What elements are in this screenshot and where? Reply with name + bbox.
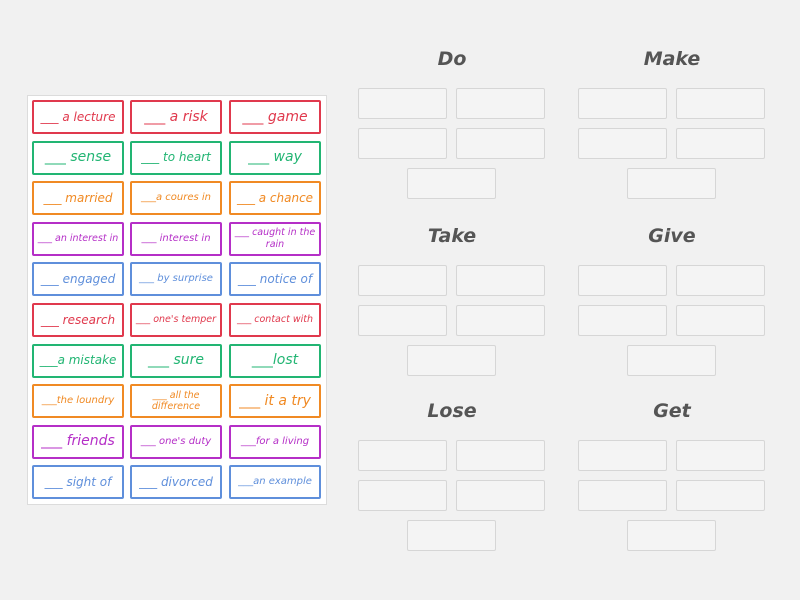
drop-slot-make[interactable] xyxy=(578,88,667,119)
drop-slot-make[interactable] xyxy=(578,128,667,159)
word-card[interactable]: ___ an interest in xyxy=(32,221,124,256)
word-card[interactable]: ___ way xyxy=(229,140,321,175)
word-card[interactable]: ___ friends xyxy=(32,424,124,459)
word-card[interactable]: ___ sense xyxy=(32,140,124,175)
word-card[interactable]: ___ all the difference xyxy=(130,384,222,419)
drop-slot-do[interactable] xyxy=(407,168,496,199)
drop-slot-make[interactable] xyxy=(676,128,765,159)
word-card[interactable]: ___lost xyxy=(229,343,321,378)
drop-slot-take[interactable] xyxy=(358,305,447,336)
drop-slot-give[interactable] xyxy=(578,305,667,336)
drop-slot-take[interactable] xyxy=(456,265,545,296)
group-title-take: Take xyxy=(427,225,477,247)
drop-slot-get[interactable] xyxy=(578,480,667,511)
word-card[interactable]: ___ a chance xyxy=(229,181,321,216)
word-card[interactable]: ___ one's duty xyxy=(130,424,222,459)
word-card[interactable]: ___ contact with xyxy=(229,303,321,337)
drop-slot-get[interactable] xyxy=(676,440,765,471)
drop-slot-make[interactable] xyxy=(627,168,716,199)
drop-slot-lose[interactable] xyxy=(358,480,447,511)
drop-slot-take[interactable] xyxy=(456,305,545,336)
drop-slot-get[interactable] xyxy=(578,440,667,471)
word-card[interactable]: ___a coures in xyxy=(130,181,222,216)
word-card[interactable]: ___ sight of xyxy=(32,465,124,500)
drop-slot-do[interactable] xyxy=(358,128,447,159)
word-card-tray: ___ a lecture ___ a risk ___ game ___ sense… xyxy=(27,95,327,505)
word-card[interactable]: ___an example xyxy=(229,465,321,500)
drop-slot-give[interactable] xyxy=(627,345,716,376)
drop-slot-give[interactable] xyxy=(578,265,667,296)
drop-slot-give[interactable] xyxy=(676,305,765,336)
word-card[interactable]: ___ sure xyxy=(130,343,222,378)
word-card[interactable]: ___ it a try xyxy=(229,384,321,419)
drop-slot-lose[interactable] xyxy=(456,480,545,511)
group-title-get: Get xyxy=(653,400,691,422)
group-title-do: Do xyxy=(437,48,467,70)
word-card[interactable]: ___ married xyxy=(32,181,124,216)
group-title-lose: Lose xyxy=(427,400,477,422)
word-card[interactable]: ___ by surprise xyxy=(130,262,222,297)
drop-slot-make[interactable] xyxy=(676,88,765,119)
drop-slot-give[interactable] xyxy=(676,265,765,296)
word-card[interactable]: ___a mistake xyxy=(32,343,124,378)
word-card[interactable]: ___ caught in the rain xyxy=(229,221,321,256)
drop-slot-do[interactable] xyxy=(456,88,545,119)
group-title-give: Give xyxy=(648,225,696,247)
drop-slot-lose[interactable] xyxy=(407,520,496,551)
drop-slot-do[interactable] xyxy=(456,128,545,159)
drop-slot-take[interactable] xyxy=(407,345,496,376)
word-card[interactable]: ___ notice of xyxy=(229,262,321,297)
word-card[interactable]: ___for a living xyxy=(229,424,321,459)
word-card[interactable]: ___ game xyxy=(229,100,321,134)
word-card[interactable]: ___ divorced xyxy=(130,465,222,500)
group-title-make: Make xyxy=(643,48,701,70)
word-card[interactable]: ___ research xyxy=(32,303,124,337)
word-card[interactable]: ___ interest in xyxy=(130,221,222,256)
word-card[interactable]: ___ engaged xyxy=(32,262,124,297)
word-card[interactable]: ___ a risk xyxy=(130,100,222,134)
drop-slot-take[interactable] xyxy=(358,265,447,296)
drop-slot-get[interactable] xyxy=(676,480,765,511)
word-card[interactable]: ___ one's temper xyxy=(130,303,222,337)
drop-slot-lose[interactable] xyxy=(358,440,447,471)
word-card[interactable]: ___the loundry xyxy=(32,384,124,419)
drop-slot-lose[interactable] xyxy=(456,440,545,471)
drop-slot-get[interactable] xyxy=(627,520,716,551)
drop-slot-do[interactable] xyxy=(358,88,447,119)
word-card[interactable]: ___ to heart xyxy=(130,140,222,175)
word-card[interactable]: ___ a lecture xyxy=(32,100,124,134)
